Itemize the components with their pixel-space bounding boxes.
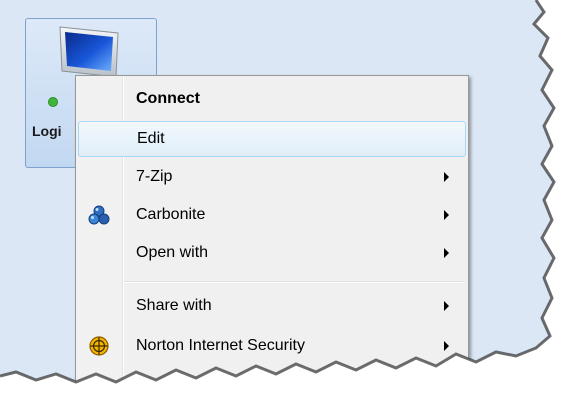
status-indicator-dot [48,97,58,107]
menu-item-label: Connect [136,90,200,107]
screenshot-canvas: Logi Connect Edit 7-Zip Carbonite Open w… [0,0,565,404]
menu-item-label: Carbonite [136,206,206,223]
menu-item-connect[interactable]: Connect [78,82,466,118]
submenu-arrow-icon [444,301,449,311]
menu-item-7zip[interactable]: 7-Zip [78,160,466,196]
menu-item-share-with[interactable]: Share with [78,289,466,325]
context-menu: Connect Edit 7-Zip Carbonite Open with S… [75,75,469,404]
menu-item-label: Open with [136,244,209,261]
menu-item-label: Edit [137,130,165,147]
shortcut-label: Logi [32,123,62,139]
menu-item-label: Norton Internet Security [136,337,305,354]
menu-item-edit[interactable]: Edit [78,121,466,157]
menu-item-label: Share with [136,297,212,314]
submenu-arrow-icon [444,210,449,220]
submenu-arrow-icon [444,248,449,258]
menu-separator [124,281,464,283]
submenu-arrow-icon [444,341,449,351]
carbonite-icon [88,205,110,225]
norton-icon [89,336,109,356]
menu-item-label: 7-Zip [136,168,173,185]
menu-item-carbonite[interactable]: Carbonite [78,198,466,234]
menu-item-open-with[interactable]: Open with [78,236,466,272]
submenu-arrow-icon [444,172,449,182]
menu-item-norton[interactable]: Norton Internet Security [78,329,466,365]
